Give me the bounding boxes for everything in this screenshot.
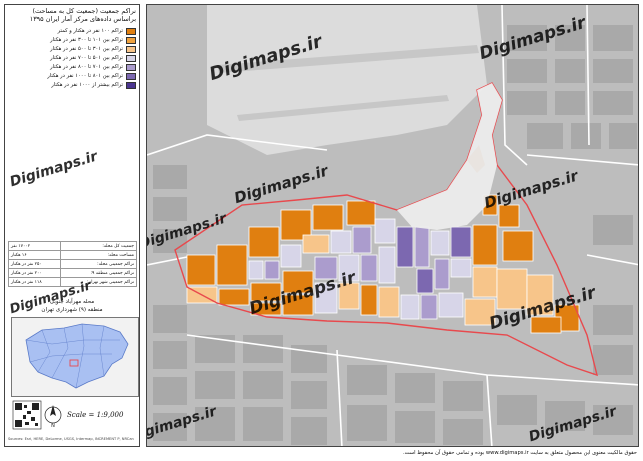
parcel [450,226,472,258]
legend-swatch [126,46,136,53]
source-credit: Sources: Esri, HERE, DeLorme, USGS, Inte… [8,437,134,441]
parcel [420,294,438,320]
scale-label: Scale = 1:9,000 [67,411,124,419]
parcel [472,266,498,298]
stats-value: ۱۱۸ نفر در هکتار [8,277,61,287]
stats-value: ۲۵۰ نفر در هکتار [8,259,61,269]
parcel [378,286,400,318]
legend-label: تراکم ۱۰۰ نفر در هکتار و کمتر [57,28,123,34]
parcel [430,230,450,256]
stats-label: تراکم جمعیتی محله: [59,259,138,269]
scale-block: N Scale = 1:9,000 [11,399,137,433]
parcel [330,230,352,254]
stats-value: ۱۶ هکتار [8,250,61,260]
stats-table: ۱۷۰۰۲ نفر جمعیت کل محله: ۱۶ هکتار مساحت … [8,241,138,287]
copyright-notice: حقوق مالکیت معنوی این محصول متعلق به سای… [403,450,637,456]
map-title: نراکم جمعیت (جمعیت کل به مساحت) براساس د… [8,7,136,23]
legend-panel: نراکم جمعیت (جمعیت کل به مساحت) براساس د… [4,4,140,447]
legend-item: تراکم ۱۰۰ نفر در هکتار و کمتر [10,27,136,36]
parcel [312,204,344,231]
north-label: N [51,423,55,429]
legend-item: تراکم بین ۱۰۱ تا ۳۰۰ نفر در هکتار [10,36,136,45]
parcel [438,292,464,318]
map-sheet: نراکم جمعیت (جمعیت کل به مساحت) براساس د… [0,0,643,461]
parcel [378,246,396,284]
parcel [302,234,330,254]
legend-swatch [126,82,136,89]
legend-swatch [126,37,136,44]
legend-item: تراکم بیشتر از ۱۰۰۰ نفر در هکتار [10,81,136,90]
legend-item: تراکم بین ۸۰۱ تا ۱۰۰۰ نفر در هکتار [10,72,136,81]
title-line-2: براساس داده‌های مرکز آمار ایران ۱۳۹۵ [29,15,136,23]
legend-swatch [126,55,136,62]
legend-item: تراکم بین ۵۰۱ تا ۷۰۰ نفر در هکتار [10,54,136,63]
parcel [414,226,430,268]
legend-label: تراکم بین ۸۰۱ تا ۱۰۰۰ نفر در هکتار [47,73,123,79]
parcel [434,258,450,290]
parcel [346,200,376,226]
parcel [396,226,414,268]
parcel [218,288,250,306]
tehran-outline [25,323,129,389]
parcel [280,244,302,268]
legend-label: تراکم بین ۵۰۱ تا ۷۰۰ نفر در هکتار [50,55,123,61]
legend-label: تراکم بین ۷۰۱ تا ۸۰۰ نفر در هکتار [50,64,123,70]
parcel [400,294,420,320]
parcel [264,260,280,280]
parcel [360,284,378,316]
parcel [248,260,264,280]
legend-item: تراکم بین ۳۰۱ تا ۵۰۰ نفر در هکتار [10,45,136,54]
legend-label: تراکم بیشتر از ۱۰۰۰ نفر در هکتار [51,82,123,88]
legend-label: تراکم بین ۳۰۱ تا ۵۰۰ نفر در هکتار [50,46,123,52]
stats-row: ۱۶ هکتار مساحت محله: [8,250,138,260]
stats-label: مساحت محله: [59,250,138,260]
parcel [360,254,378,282]
parcel [416,268,434,294]
parcel [186,254,216,286]
stats-label: تراکم جمعیتی منطقه ۹: [59,268,138,278]
stats-row: ۲۵۰ نفر در هکتار تراکم جمعیتی محله: [8,259,138,269]
parcel [248,226,280,258]
stats-value: ۲۰۰ نفر در هکتار [8,268,61,278]
title-line-1: نراکم جمعیت (جمعیت کل به مساحت) [32,7,136,15]
tehran-inset-map [11,317,139,397]
qr-code [12,400,42,430]
stats-row: ۱۷۰۰۲ نفر جمعیت کل محله: [8,241,138,251]
parcel [498,204,520,228]
legend-swatch [126,64,136,71]
legend-swatch [126,73,136,80]
parcel [216,244,248,286]
stats-row: ۲۰۰ نفر در هکتار تراکم جمعیتی منطقه ۹: [8,268,138,278]
footer: حقوق مالکیت معنوی این محصول متعلق به سای… [0,448,643,461]
parcel [450,258,472,278]
legend-label: تراکم بین ۱۰۱ تا ۳۰۰ نفر در هکتار [50,37,123,43]
inset-svg [25,323,129,389]
parcel [502,230,534,262]
legend-item: تراکم بین ۷۰۱ تا ۸۰۰ نفر در هکتار [10,63,136,72]
parcel [374,218,396,244]
parcel [472,224,498,266]
north-arrow: N [44,405,62,429]
map-panel: Digimaps.ir Digimaps.ir Digimaps.ir Digi… [146,4,639,447]
parcel [352,226,372,254]
legend-swatch [126,28,136,35]
stats-value: ۱۷۰۰۲ نفر [8,241,61,251]
stats-label: جمعیت کل محله: [59,241,138,251]
